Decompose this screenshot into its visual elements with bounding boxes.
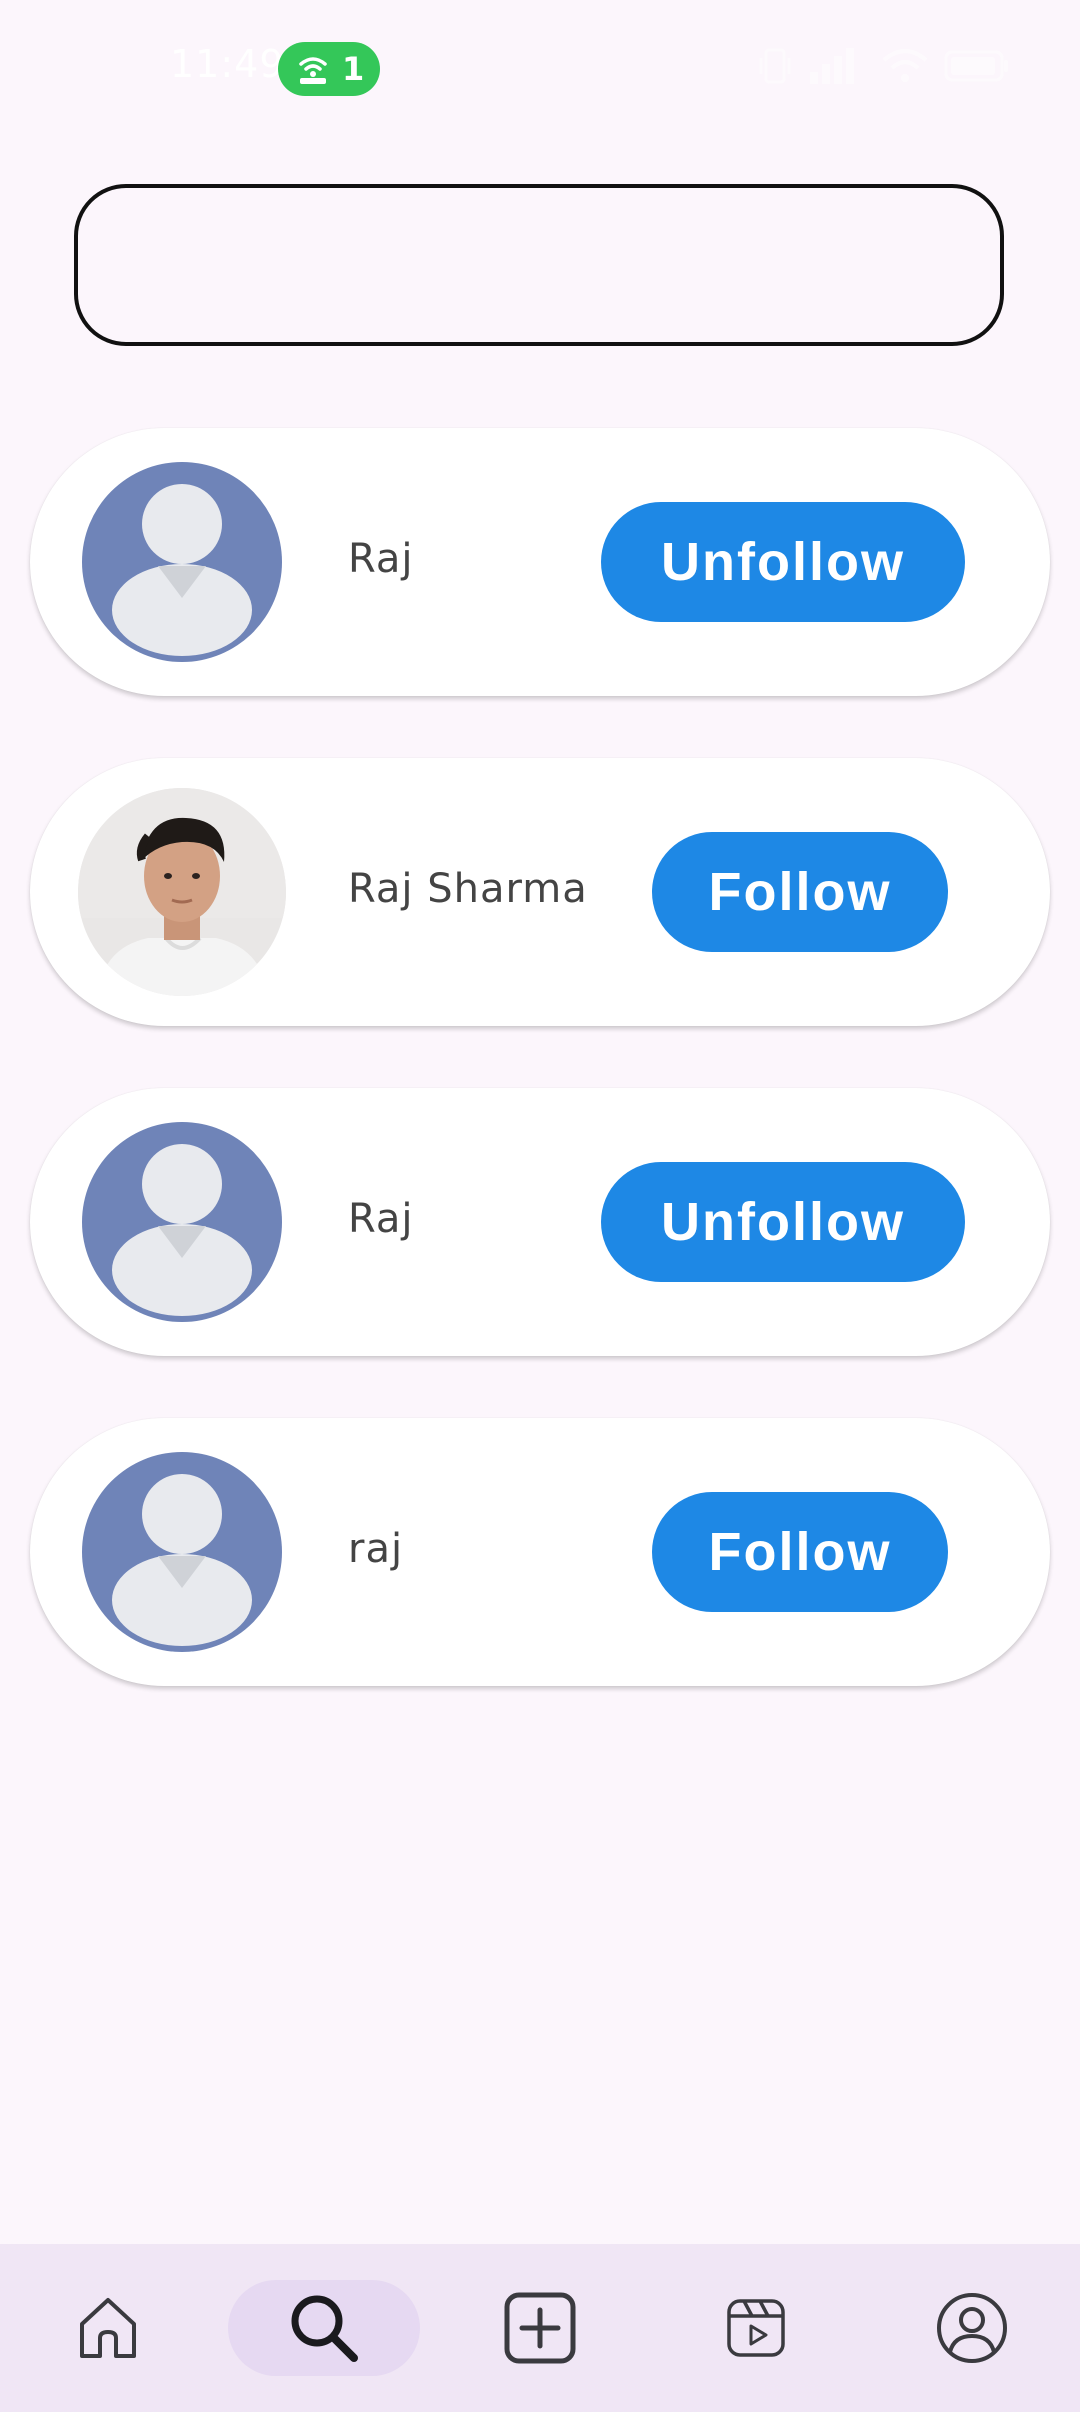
default-avatar-icon bbox=[82, 462, 282, 662]
profile-photo bbox=[78, 788, 286, 996]
status-time: 11:49 bbox=[170, 42, 285, 86]
reels-icon[interactable] bbox=[708, 2280, 804, 2376]
follow-button[interactable]: Follow bbox=[652, 1492, 948, 1612]
bottom-navigation bbox=[0, 2244, 1080, 2412]
unfollow-button[interactable]: Unfollow bbox=[601, 502, 965, 622]
user-name[interactable]: raj bbox=[348, 1526, 403, 1572]
user-card[interactable]: Raj Unfollow bbox=[30, 428, 1050, 696]
home-icon[interactable] bbox=[60, 2280, 156, 2376]
status-icons bbox=[758, 44, 1010, 88]
user-name[interactable]: Raj Sharma bbox=[348, 866, 588, 912]
user-card[interactable]: Raj Sharma Follow bbox=[30, 758, 1050, 1026]
status-bar: 11:49 1 bbox=[0, 0, 1080, 140]
wifi-icon bbox=[882, 49, 928, 82]
default-avatar-icon bbox=[82, 1452, 282, 1652]
user-card[interactable]: Raj Unfollow bbox=[30, 1088, 1050, 1356]
search-field[interactable] bbox=[74, 184, 1004, 346]
unfollow-button[interactable]: Unfollow bbox=[601, 1162, 965, 1282]
add-post-icon[interactable] bbox=[492, 2280, 588, 2376]
follow-button[interactable]: Follow bbox=[652, 832, 948, 952]
vibrate-icon bbox=[759, 48, 791, 84]
search-input[interactable] bbox=[78, 188, 1000, 342]
user-name[interactable]: Raj bbox=[348, 536, 414, 582]
hotspot-icon bbox=[299, 57, 327, 84]
default-avatar-icon bbox=[82, 1122, 282, 1322]
profile-icon[interactable] bbox=[924, 2280, 1020, 2376]
signal-icon bbox=[810, 48, 854, 84]
battery-icon bbox=[944, 50, 1008, 82]
hotspot-indicator[interactable]: 1 bbox=[278, 42, 380, 96]
search-icon[interactable] bbox=[276, 2280, 372, 2376]
user-card[interactable]: raj Follow bbox=[30, 1418, 1050, 1686]
user-name[interactable]: Raj bbox=[348, 1196, 414, 1242]
hotspot-count: 1 bbox=[342, 50, 365, 88]
